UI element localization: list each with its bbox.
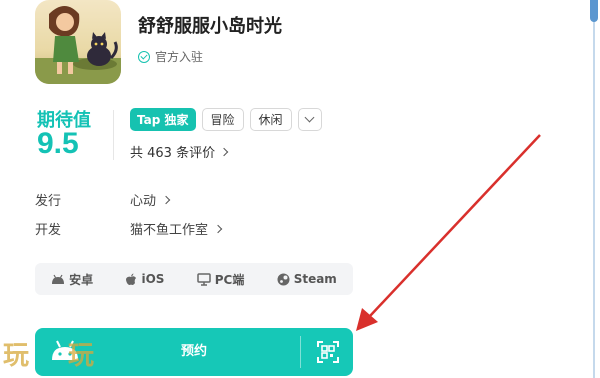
platform-ios-label: iOS	[141, 272, 165, 286]
watermark-char-right: 玩	[68, 341, 95, 371]
platform-steam-label: Steam	[293, 272, 337, 286]
official-label: 官方入驻	[155, 50, 204, 64]
platform-pc[interactable]: PC端	[197, 271, 245, 288]
reviews-link[interactable]: 共 463 条评价	[130, 142, 229, 161]
rating-divider	[113, 110, 114, 160]
scrollbar-thumb[interactable]	[590, 0, 598, 22]
watermark-char-left: 玩	[3, 341, 30, 371]
tag-casual[interactable]: 休闲	[249, 108, 292, 131]
scrollbar[interactable]	[590, 0, 598, 378]
developer-row: 开发 猫不鱼工作室	[35, 219, 223, 238]
verified-check-icon	[138, 50, 150, 63]
publisher-label: 发行	[35, 194, 62, 209]
steam-icon	[277, 273, 290, 285]
app-icon	[35, 0, 121, 84]
reviews-count: 共 463 条评价	[130, 146, 216, 161]
android-icon	[52, 274, 65, 284]
tap-exclusive-tag[interactable]: Tap 独家	[130, 108, 196, 131]
platform-pc-label: PC端	[214, 272, 245, 287]
tag-list: Tap 独家 冒险 休闲	[130, 108, 322, 131]
developer-label: 开发	[35, 223, 62, 238]
chevron-right-icon	[213, 224, 223, 233]
platform-steam[interactable]: Steam	[277, 272, 337, 286]
publisher-link[interactable]: 心动	[130, 190, 171, 209]
platform-android-label: 安卓	[69, 272, 94, 287]
official-badge: 官方入驻	[138, 48, 203, 65]
scrollbar-track	[593, 0, 595, 378]
developer-link[interactable]: 猫不鱼工作室	[130, 219, 223, 238]
monitor-icon	[197, 272, 211, 286]
app-title: 舒舒服服小岛时光	[138, 16, 282, 37]
game-cover-girl-cat-icon	[35, 6, 121, 84]
apple-icon	[126, 273, 137, 285]
qr-code-icon[interactable]	[317, 341, 339, 363]
publisher-row: 发行 心动	[35, 190, 171, 209]
tag-adventure[interactable]: 冒险	[201, 108, 244, 131]
developer-value: 猫不鱼工作室	[130, 223, 209, 238]
publisher-value: 心动	[130, 194, 157, 209]
reserve-divider	[300, 336, 301, 368]
chevron-down-icon	[304, 112, 315, 123]
chevron-right-icon	[219, 147, 229, 156]
platform-bar: 安卓 iOS PC端 Steam	[35, 263, 353, 295]
rating-value: 9.5	[37, 127, 79, 160]
chevron-right-icon	[161, 195, 171, 204]
more-tags-button[interactable]	[297, 108, 322, 131]
platform-android[interactable]: 安卓	[51, 271, 93, 288]
platform-ios[interactable]: iOS	[125, 272, 164, 286]
